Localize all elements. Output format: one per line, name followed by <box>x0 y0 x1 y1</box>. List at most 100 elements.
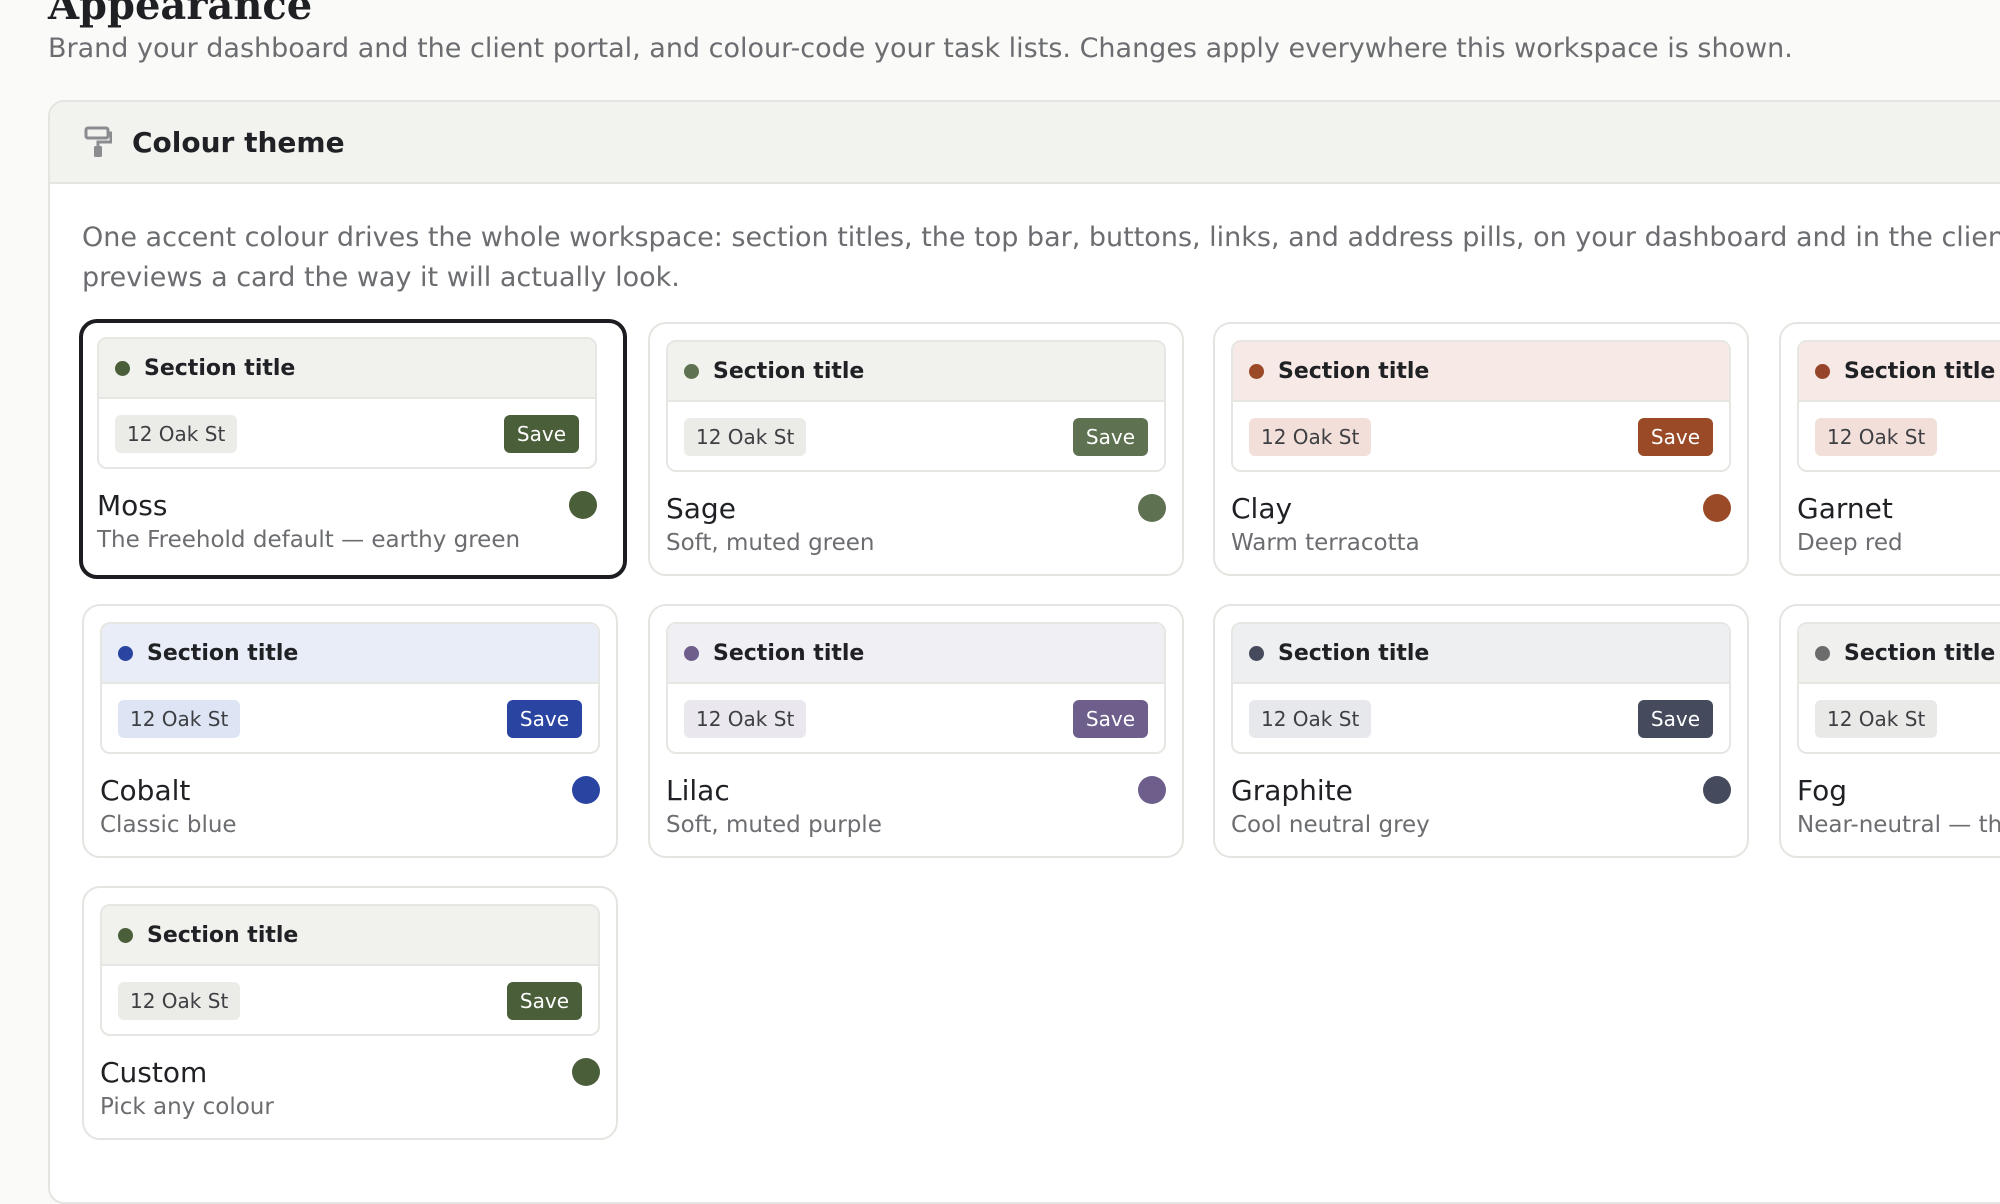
colour-swatch-icon <box>1703 494 1731 522</box>
address-pill: 12 Oak St <box>1249 700 1372 738</box>
theme-card-garnet[interactable]: Section title 12 Oak St Save Garnet Deep… <box>1779 322 2000 576</box>
theme-preview-card: Section title 12 Oak St Save <box>97 337 597 469</box>
preview-section-title: Section title <box>713 640 865 666</box>
theme-card-fog[interactable]: Section title 12 Oak St Save Fog Near-ne… <box>1779 604 2000 858</box>
theme-name-row: Garnet <box>1797 490 2000 526</box>
preview-section-title: Section title <box>713 358 865 384</box>
theme-card-content: Section title 12 Oak St Save Lilac Soft,… <box>666 622 1166 838</box>
accent-dot-icon <box>118 927 133 943</box>
theme-card-content: Section title 12 Oak St Save Graphite Co… <box>1231 622 1731 838</box>
theme-card-moss[interactable]: Section title 12 Oak St Save Moss The Fr… <box>79 319 627 579</box>
preview-save-button: Save <box>1072 700 1148 738</box>
colour-swatch-icon <box>572 1058 600 1086</box>
accent-dot-icon <box>115 360 130 376</box>
page-subtitle: Brand your dashboard and the client port… <box>48 33 1793 64</box>
preview-section-title: Section title <box>144 355 296 381</box>
preview-section-header: Section title <box>1799 342 2000 402</box>
colour-theme-panel: Colour theme One accent colour drives th… <box>48 100 2000 1204</box>
theme-description: Soft, muted purple <box>666 812 882 838</box>
preview-body: 12 Oak St Save <box>1799 402 2000 470</box>
theme-preview-card: Section title 12 Oak St Save <box>666 340 1166 472</box>
preview-save-button: Save <box>1637 700 1713 738</box>
accent-dot-icon <box>118 645 133 661</box>
theme-preview-card: Section title 12 Oak St Save <box>666 622 1166 754</box>
theme-name: Fog <box>1797 773 1848 807</box>
address-pill: 12 Oak St <box>118 982 241 1020</box>
theme-description: Deep red <box>1797 530 1903 556</box>
preview-body: 12 Oak St Save <box>668 402 1164 470</box>
theme-description: The Freehold default — earthy green <box>97 527 521 553</box>
theme-card-content: Section title 12 Oak St Save Moss The Fr… <box>97 337 597 553</box>
theme-card-graphite[interactable]: Section title 12 Oak St Save Graphite Co… <box>1213 604 1749 858</box>
preview-section-header: Section title <box>1799 624 2000 684</box>
theme-name: Garnet <box>1797 491 1893 525</box>
colour-swatch-icon <box>1703 776 1731 804</box>
theme-card-content: Section title 12 Oak St Save Garnet Deep… <box>1797 340 2000 556</box>
page-title: Appearance <box>48 0 313 29</box>
preview-save-button: Save <box>506 700 582 738</box>
preview-section-header: Section title <box>102 906 598 966</box>
preview-body: 12 Oak St Save <box>102 684 598 752</box>
accent-dot-icon <box>1249 645 1264 661</box>
panel-description: One accent colour drives the whole works… <box>82 218 2000 298</box>
theme-description: Soft, muted green <box>666 530 875 556</box>
theme-name-row: Clay <box>1231 490 1731 526</box>
theme-preview-card: Section title 12 Oak St Save <box>100 622 600 754</box>
panel-description-line: previews a card the way it will actually… <box>82 262 680 293</box>
accent-dot-icon <box>1815 363 1830 379</box>
panel-description-line: One accent colour drives the whole works… <box>82 222 2000 253</box>
theme-card-clay[interactable]: Section title 12 Oak St Save Clay Warm t… <box>1213 322 1749 576</box>
theme-description: Cool neutral grey <box>1231 812 1430 838</box>
theme-name-row: Fog <box>1797 772 2000 808</box>
theme-name: Custom <box>100 1055 208 1089</box>
theme-card-sage[interactable]: Section title 12 Oak St Save Sage Soft, … <box>648 322 1184 576</box>
theme-description: Classic blue <box>100 812 237 838</box>
address-pill: 12 Oak St <box>1249 418 1372 456</box>
address-pill: 12 Oak St <box>684 418 807 456</box>
theme-name: Cobalt <box>100 773 191 807</box>
accent-dot-icon <box>1815 645 1830 661</box>
preview-section-title: Section title <box>1844 358 1996 384</box>
preview-section-title: Section title <box>147 922 299 948</box>
colour-swatch-icon <box>569 491 597 519</box>
address-pill: 12 Oak St <box>118 700 241 738</box>
panel-header: Colour theme <box>50 102 2000 184</box>
preview-body: 12 Oak St Save <box>1233 684 1729 752</box>
theme-name: Clay <box>1231 491 1293 525</box>
theme-name: Lilac <box>666 773 730 807</box>
theme-preview-card: Section title 12 Oak St Save <box>1231 622 1731 754</box>
address-pill: 12 Oak St <box>1815 700 1938 738</box>
theme-name-row: Graphite <box>1231 772 1731 808</box>
theme-name-row: Cobalt <box>100 772 600 808</box>
theme-card-cobalt[interactable]: Section title 12 Oak St Save Cobalt Clas… <box>82 604 618 858</box>
panel-title: Colour theme <box>132 125 345 159</box>
preview-section-header: Section title <box>1233 342 1729 402</box>
theme-name-row: Lilac <box>666 772 1166 808</box>
address-pill: 12 Oak St <box>115 415 238 453</box>
preview-save-button: Save <box>506 982 582 1020</box>
theme-name-row: Custom <box>100 1054 600 1090</box>
theme-card-content: Section title 12 Oak St Save Fog Near-ne… <box>1797 622 2000 838</box>
address-pill: 12 Oak St <box>1815 418 1938 456</box>
preview-section-title: Section title <box>1844 640 1996 666</box>
theme-description: Warm terracotta <box>1231 530 1420 556</box>
preview-section-title: Section title <box>147 640 299 666</box>
theme-name-row: Sage <box>666 490 1166 526</box>
theme-description: Pick any colour <box>100 1094 274 1120</box>
theme-card-content: Section title 12 Oak St Save Custom Pick… <box>100 904 600 1120</box>
preview-section-header: Section title <box>1233 624 1729 684</box>
preview-section-header: Section title <box>102 624 598 684</box>
preview-save-button: Save <box>1072 418 1148 456</box>
preview-save-button: Save <box>503 415 579 453</box>
theme-name: Sage <box>666 491 736 525</box>
preview-save-button: Save <box>1637 418 1713 456</box>
preview-section-title: Section title <box>1278 640 1430 666</box>
theme-card-lilac[interactable]: Section title 12 Oak St Save Lilac Soft,… <box>648 604 1184 858</box>
theme-card-custom[interactable]: Section title 12 Oak St Save Custom Pick… <box>82 886 618 1140</box>
theme-name: Moss <box>97 488 168 522</box>
theme-preview-card: Section title 12 Oak St Save <box>1231 340 1731 472</box>
paint-roller-icon <box>84 126 112 157</box>
preview-body: 12 Oak St Save <box>102 966 598 1034</box>
preview-section-header: Section title <box>668 624 1164 684</box>
theme-preview-card: Section title 12 Oak St Save <box>100 904 600 1036</box>
